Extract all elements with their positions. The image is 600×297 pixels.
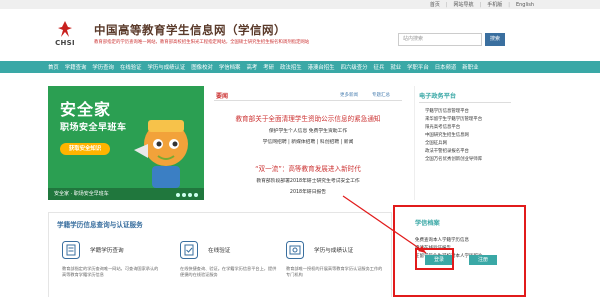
egov-list: 学籍学历信息管理平台 来华留学生学籍学历管理平台 阳光高考信息平台 中国研究生招生信息…	[425, 108, 482, 164]
logo-bird-icon	[58, 21, 72, 37]
egov-item[interactable]: 阳光高考信息平台	[425, 124, 482, 132]
service-name: 学历与成绩认证	[314, 248, 354, 254]
news-panel: 要闻 更多新闻 专题汇总 教育部关于全面清理学生资助公示信息的紧急通知 保护学生…	[214, 86, 402, 200]
service-card[interactable]: 学历与成绩认证 教育部唯一授权的开展高等教育学历认证服务工作的专门机构	[286, 241, 386, 297]
banner-cta-button[interactable]: 获取安全知识	[60, 143, 110, 155]
banner-subtitle: 职场安全早班车	[60, 123, 127, 133]
nav-item[interactable]: 首页	[48, 63, 59, 71]
verify-icon	[180, 241, 198, 259]
main-nav: 首页 学籍查询 学历查询 在线验证 学历与成绩认证 图像校对 学信档案 高考 考研 政法招生 港澳台…	[0, 61, 600, 73]
divider	[419, 102, 511, 103]
service-card[interactable]: 学籍学历查询 教育部指定的学历查询唯一网站，可查询国家承认的高等教育学籍学历信息	[62, 241, 162, 297]
promo-banner[interactable]: 安全家 职场安全早班车 获取安全知识 安全家 · 职场安全早班车	[48, 86, 204, 200]
highlight-box	[393, 205, 526, 297]
divider: |	[479, 1, 482, 8]
divider: |	[508, 1, 510, 8]
more-news-link[interactable]: 更多新闻	[340, 92, 358, 98]
news-line[interactable]: 2018年研日报告	[214, 188, 402, 195]
site-title: 中国高等教育学生信息网（学信网）	[94, 23, 286, 37]
site-subtitle: 教育部指定的学历查询唯一网站，教育部高校招生阳光工程指定网站，全国硕士研究生招生…	[94, 40, 310, 45]
egov-item[interactable]: 政法干警招录报名平台	[425, 148, 482, 156]
banner-title: 安全家	[60, 100, 112, 119]
document-icon	[62, 241, 80, 259]
nav-item[interactable]: 学职平台	[407, 63, 429, 71]
egov-item[interactable]: 全国征兵网	[425, 140, 482, 148]
topics-link[interactable]: 专题汇总	[372, 92, 390, 98]
highlight-box-login	[415, 248, 454, 270]
top-link-mobile[interactable]: 手机版	[487, 1, 502, 8]
nav-item[interactable]: 在线验证	[120, 63, 142, 71]
top-links: 首页 | 网站导航 | 手机版 | English	[430, 0, 534, 9]
egov-item[interactable]: 全国万名优秀创新创业导师库	[425, 156, 482, 164]
service-name: 在线验证	[208, 248, 231, 254]
nav-item[interactable]: 港澳台招生	[308, 63, 335, 71]
news-headline-1[interactable]: 教育部关于全面清理学生资助公示信息的紧急通知	[214, 113, 402, 123]
nav-item[interactable]: 政法招生	[280, 63, 302, 71]
egov-item[interactable]: 中国研究生招生信息网	[425, 132, 482, 140]
nav-item[interactable]: 新职业	[462, 63, 478, 71]
nav-item[interactable]: 学信档案	[219, 63, 241, 71]
service-desc: 在线快捷查询、验证。在学籍学历信息平台上，提供便捷的在线验证服务	[180, 266, 277, 278]
nav-items: 首页 学籍查询 学历查询 在线验证 学历与成绩认证 图像校对 学信档案 高考 考研 政法招生 港澳台…	[48, 61, 484, 73]
carousel-dots[interactable]	[176, 193, 198, 197]
nav-item[interactable]: 征兵	[374, 63, 385, 71]
nav-item[interactable]: 学历查询	[92, 63, 114, 71]
egov-panel: 电子政务平台 学籍学历信息管理平台 来华留学生学籍学历管理平台 阳光高考信息平台 中国…	[414, 86, 514, 200]
nav-item[interactable]: 日本频道	[435, 63, 457, 71]
egov-title: 电子政务平台	[419, 93, 457, 100]
egov-item[interactable]: 来华留学生学籍学历管理平台	[425, 116, 482, 124]
nav-item[interactable]: 四六级查分	[341, 63, 368, 71]
certificate-icon	[286, 241, 304, 259]
news-headline-2[interactable]: “双一流”：高等教育发展进入新时代	[214, 163, 402, 173]
nav-item[interactable]: 学历与成绩认证	[148, 63, 186, 71]
news-line[interactable]: 教育部阶段部署2018年研士研究生考试安全工作	[214, 177, 402, 184]
news-section-title: 要闻	[216, 93, 229, 100]
search-input[interactable]: 站内搜索	[398, 33, 482, 46]
nav-item[interactable]: 考研	[263, 63, 274, 71]
top-link-sitemap[interactable]: 网站导航	[454, 1, 474, 8]
watermark: 中国高校之窗	[540, 282, 588, 291]
divider: |	[445, 1, 448, 8]
site-logo[interactable]: CHSI	[48, 21, 82, 49]
nav-item[interactable]: 学籍查询	[65, 63, 87, 71]
nav-item[interactable]: 高考	[246, 63, 257, 71]
top-link-english[interactable]: English	[516, 2, 534, 8]
news-header: 要闻 更多新闻 专题汇总	[214, 91, 402, 101]
egov-item[interactable]: 学籍学历信息管理平台	[425, 108, 482, 116]
nav-item[interactable]: 就业	[390, 63, 401, 71]
services-title: 学籍学历信息查询与认证服务	[57, 221, 143, 229]
top-link-home[interactable]: 首页	[430, 1, 440, 8]
nav-item[interactable]: 图像校对	[191, 63, 213, 71]
service-desc: 教育部唯一授权的开展高等教育学历认证服务工作的专门机构	[286, 266, 383, 278]
service-card[interactable]: 在线验证 在线快捷查询、验证。在学籍学历信息平台上，提供便捷的在线验证服务	[180, 241, 280, 297]
news-line[interactable]: 保护学生个人信息 免费学生资助工作	[214, 127, 402, 134]
service-desc: 教育部指定的学历查询唯一网站，可查询国家承认的高等教育学籍学历信息	[62, 266, 159, 278]
search-button[interactable]: 搜索	[485, 33, 505, 46]
mascot-illustration-icon	[134, 120, 188, 188]
service-name: 学籍学历查询	[90, 248, 124, 254]
news-line[interactable]: 学信网招聘 | 新媒体招聘 | 科创招聘 | 新闻	[214, 138, 402, 145]
logo-text: CHSI	[55, 39, 75, 47]
